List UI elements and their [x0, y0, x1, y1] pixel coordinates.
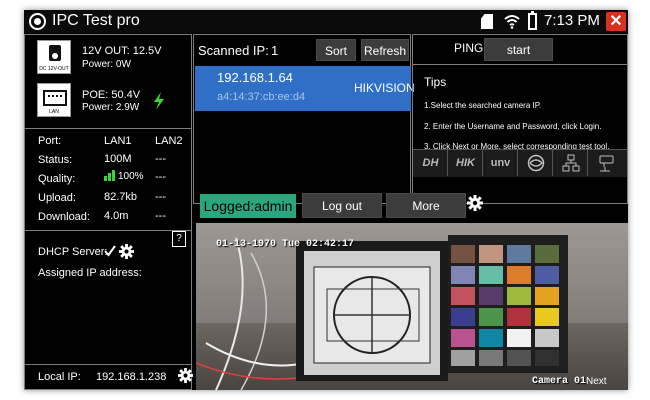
scanned-ip-label: Scanned IP: [198, 43, 269, 58]
signal-bars-icon [104, 169, 118, 181]
sd-card-icon [481, 14, 493, 29]
device-screen: IPC Test pro 7:13 PM ✕ DC 12V-OUT 12V OU… [24, 10, 628, 390]
help-button[interactable]: ? [172, 231, 186, 247]
settings-gear-icon[interactable] [467, 195, 483, 211]
poe-voltage-label: POE: 50.4V [82, 89, 141, 101]
lan2-status: --- [155, 153, 166, 165]
local-ip-settings-gear-icon[interactable] [178, 368, 193, 383]
status-label: Status: [38, 154, 73, 166]
divider [413, 64, 627, 65]
brand-dh-button[interactable]: DH [414, 150, 448, 176]
device-ip: 192.168.1.64 [217, 70, 293, 85]
next-button[interactable]: Next [586, 376, 607, 387]
dhcp-label: DHCP Server: [38, 246, 108, 258]
port-header-lan1: LAN1 [104, 135, 132, 147]
network-button[interactable] [554, 150, 588, 176]
device-vendor: HIKVISION [354, 81, 415, 95]
app-camera-icon [29, 13, 46, 30]
local-ip-label: Local IP: [38, 371, 81, 383]
more-button[interactable]: More [386, 193, 466, 218]
tips-title: Tips [424, 75, 447, 89]
logout-button[interactable]: Log out [302, 193, 382, 218]
lan1-upload: 82.7kb [104, 191, 138, 203]
dc-power-label: Power: 0W [82, 59, 131, 70]
port-header: Port: [38, 135, 62, 147]
video-camera-name: Camera 01 [532, 376, 587, 387]
rtsp-camera-icon [599, 155, 614, 172]
tip-2: 2. Enter the Username and Password, clic… [424, 122, 602, 131]
local-ip-value: 192.168.1.238 [96, 371, 167, 383]
device-row[interactable]: 192.168.1.64 a4:14:37:cb:ee:d4 HIKVISION [195, 66, 415, 111]
poe-power-label: Power: 2.9W [82, 102, 140, 113]
lan2-download: --- [155, 210, 166, 222]
ping-label: PING [454, 41, 484, 55]
wifi-icon [504, 15, 520, 29]
assigned-ip-label: Assigned IP address: [38, 267, 142, 279]
battery-icon [528, 11, 537, 30]
divider [25, 230, 191, 231]
divider [25, 128, 191, 129]
close-icon: ✕ [609, 13, 623, 30]
lan1-status: 100M [104, 153, 132, 165]
lan2-quality: --- [155, 171, 166, 183]
logged-in-badge: Logged:admin [200, 194, 296, 218]
color-chart [451, 245, 563, 367]
dhcp-checkbox[interactable] [104, 245, 116, 257]
lan-port-icon: LAN [37, 83, 71, 117]
ping-start-button[interactable]: start [484, 38, 553, 61]
network-icon [562, 154, 579, 172]
dc-output-icon: DC 12V-OUT [37, 40, 71, 74]
sort-button[interactable]: Sort [316, 39, 356, 61]
divider [25, 364, 191, 365]
lan1-quality: 100% [118, 171, 144, 182]
brand-unv-button[interactable]: unv [484, 150, 518, 176]
brand-hik-button[interactable]: HIK [449, 150, 483, 176]
quality-label: Quality: [38, 173, 76, 185]
camera-video-view[interactable]: 01-13-1970 Tue 02:42:17 Camera 01 [196, 223, 628, 390]
dc-voltage-label: 12V OUT: 12.5V [82, 45, 162, 57]
port-header-lan2: LAN2 [155, 135, 183, 147]
close-button[interactable]: ✕ [606, 12, 626, 31]
video-timestamp: 01-13-1970 Tue 02:42:17 [216, 239, 355, 250]
onvif-button[interactable] [519, 150, 553, 176]
refresh-button[interactable]: Refresh [361, 39, 409, 61]
status-bar: IPC Test pro 7:13 PM ✕ [24, 10, 628, 33]
upload-label: Upload: [38, 192, 76, 204]
scanned-ip-count: 1 [271, 43, 279, 58]
device-mac: a4:14:37:cb:ee:d4 [217, 91, 306, 103]
tip-1: 1.Select the searched camera IP. [424, 101, 542, 110]
lan1-download: 4.0m [104, 210, 129, 222]
rtsp-camera-button[interactable] [589, 150, 623, 176]
download-label: Download: [38, 211, 90, 223]
dhcp-settings-gear-icon[interactable] [119, 244, 134, 259]
app-title: IPC Test pro [52, 12, 140, 29]
clock: 7:13 PM [544, 12, 600, 29]
lightning-icon [154, 92, 164, 110]
lan2-upload: --- [155, 191, 166, 203]
onvif-icon [527, 154, 544, 172]
